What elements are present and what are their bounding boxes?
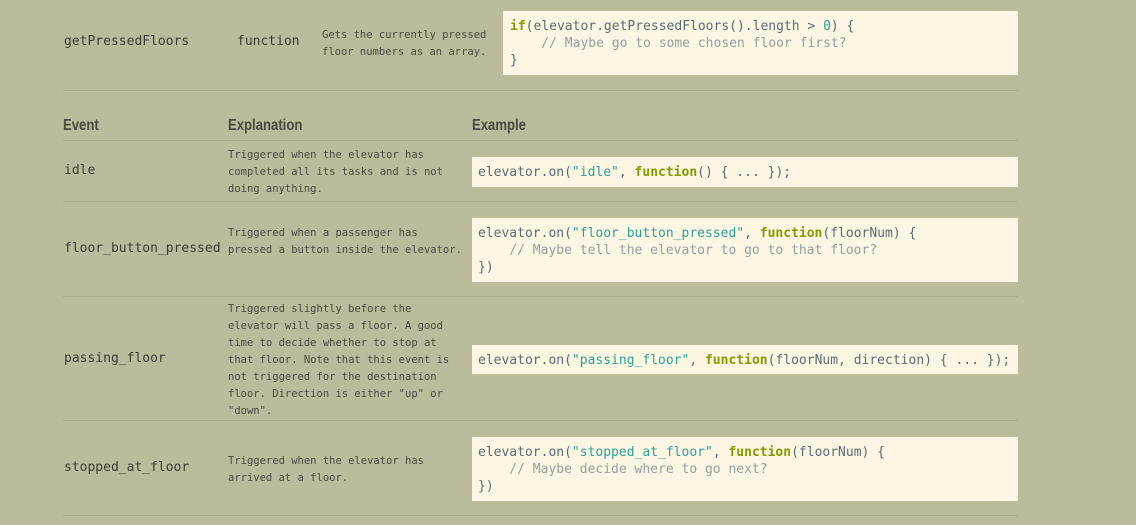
code-comment: // Maybe go to some chosen floor first? — [510, 36, 847, 51]
code-text: ) { — [830, 19, 855, 34]
method-row-getpressedfloors: getPressedFloors function Gets the curre… — [63, 0, 1018, 91]
code-keyword: function — [728, 445, 792, 460]
header-divider — [63, 140, 1018, 141]
row-divider — [63, 201, 1018, 202]
event-explanation: Triggered when the elevator has complete… — [228, 149, 443, 195]
code-string: "passing_floor" — [571, 353, 690, 368]
code-text: , — [744, 226, 760, 241]
event-code-example: elevator.on("floor_button_pressed", func… — [472, 218, 1018, 282]
code-text: elevator.on( — [478, 445, 572, 460]
code-keyword: function — [634, 165, 698, 180]
code-number: 0 — [823, 19, 831, 34]
code-comment: // Maybe tell the elevator to go to that… — [478, 243, 878, 258]
event-explanation: Triggered when the elevator has arrived … — [228, 455, 424, 484]
code-text: , — [712, 445, 729, 460]
row-divider — [63, 296, 1018, 297]
method-code-example: if(elevator.getPressedFloors().length > … — [503, 11, 1018, 75]
code-text: , — [618, 165, 635, 180]
event-name: floor_button_pressed — [64, 241, 221, 256]
event-explanation: Triggered when a passenger has pressed a… — [228, 227, 462, 256]
code-keyword: function — [704, 353, 768, 368]
event-code-example: elevator.on("passing_floor", function(fl… — [472, 345, 1018, 374]
event-name: stopped_at_floor — [64, 460, 190, 475]
code-text: (elevator.getPressedFloors().length > — [525, 19, 824, 34]
code-text: , — [689, 353, 705, 368]
code-keyword: function — [759, 226, 823, 241]
method-description: Gets the currently pressed floor numbers… — [322, 29, 487, 58]
documentation-page: getPressedFloors function Gets the curre… — [0, 0, 1136, 525]
code-text: elevator.on( — [478, 226, 572, 241]
event-name: passing_floor — [64, 351, 166, 366]
event-code-example: elevator.on("idle", function() { ... }); — [472, 157, 1018, 187]
code-string: "stopped_at_floor" — [571, 445, 713, 460]
method-name: getPressedFloors — [64, 34, 190, 49]
row-divider — [63, 515, 1018, 516]
code-text: }) — [478, 260, 494, 275]
code-string: "idle" — [571, 165, 619, 180]
row-divider — [63, 420, 1018, 421]
code-text: (floorNum, direction) { ... }); — [767, 353, 1011, 368]
code-text: } — [510, 53, 518, 68]
method-type: function — [237, 34, 300, 49]
code-keyword: if — [510, 19, 526, 34]
code-text: }) — [478, 479, 494, 494]
header-example: Example — [472, 117, 526, 134]
code-comment: // Maybe decide where to go next? — [478, 462, 768, 477]
header-event: Event — [63, 117, 99, 134]
event-name: idle — [64, 163, 96, 178]
code-string: "floor_button_pressed" — [571, 226, 745, 241]
header-explanation: Explanation — [228, 117, 303, 134]
event-explanation: Triggered slightly before the elevator w… — [228, 303, 450, 417]
event-code-example: elevator.on("stopped_at_floor", function… — [472, 437, 1018, 501]
code-text: (floorNum) { — [822, 226, 917, 241]
code-text: () { ... }); — [697, 165, 792, 180]
code-text: elevator.on( — [478, 353, 572, 368]
code-text: elevator.on( — [478, 165, 572, 180]
code-text: (floorNum) { — [791, 445, 886, 460]
